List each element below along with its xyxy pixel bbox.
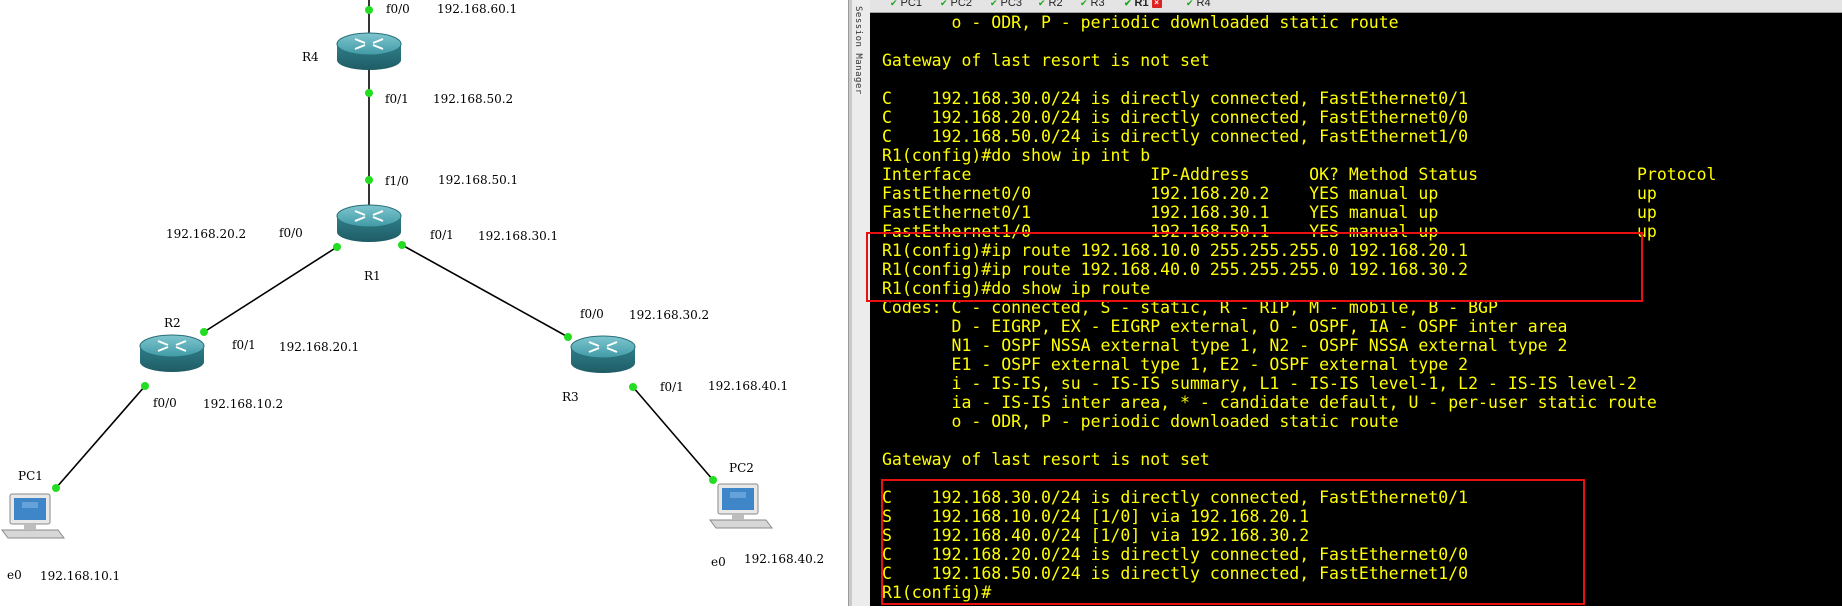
router-r2[interactable] — [139, 334, 205, 373]
terminal-line: Gateway of last resort is not set — [882, 51, 1210, 70]
iface-r1-f00: f0/0 — [279, 226, 303, 240]
router-r1[interactable] — [336, 204, 402, 243]
device-name-r1: R1 — [364, 269, 381, 283]
terminal-line: o - ODR, P - periodic downloaded static … — [882, 412, 1399, 431]
iface-r2-f01: f0/1 — [232, 338, 256, 352]
ip-pc1-e0: 192.168.10.1 — [40, 569, 120, 583]
topology-svg: R4 R1 R2 R3 PC1 PC2 f0/0 192.168.60.1 f0… — [1, 0, 824, 583]
tab-pc3[interactable]: ✔ PC3 — [990, 0, 1022, 10]
terminal-line: i - IS-IS, su - IS-IS summary, L1 - IS-I… — [882, 374, 1637, 393]
iface-pc2-e0: e0 — [711, 555, 726, 569]
iface-r3-f01: f0/1 — [660, 380, 684, 394]
tab-r3[interactable]: ✔ R3 — [1080, 0, 1105, 10]
terminal-line: Interface IP-Address OK? Method Status P… — [882, 165, 1717, 184]
iface-r4-f01: f0/1 — [385, 92, 409, 106]
close-tab-icon[interactable]: × — [1151, 0, 1162, 8]
terminal-line: ia - IS-IS inter area, * - candidate def… — [882, 393, 1657, 412]
ip-r1-f00: 192.168.20.2 — [166, 227, 246, 241]
session-manager-label: Session Manager — [853, 6, 863, 95]
connected-check-icon: ✔ — [1124, 0, 1132, 8]
ip-pc2-e0: 192.168.40.2 — [744, 552, 824, 566]
tab-pc1[interactable]: ✔ PC1 — [890, 0, 922, 10]
iface-r1-f01: f0/1 — [430, 228, 454, 242]
tab-r1[interactable]: ✔ R1 × — [1124, 0, 1162, 10]
link-endpoints — [52, 6, 717, 492]
terminal-line: C 192.168.50.0/24 is directly connected,… — [882, 127, 1469, 146]
device-name-pc2: PC2 — [729, 461, 754, 475]
terminal-line: o - ODR, P - periodic downloaded static … — [882, 13, 1399, 32]
ip-r2-f00: 192.168.10.2 — [203, 397, 283, 411]
ip-r2-f01: 192.168.20.1 — [279, 340, 359, 354]
connected-check-icon: ✔ — [1038, 0, 1046, 8]
terminal-line: N1 - OSPF NSSA external type 1, N2 - OSP… — [882, 336, 1568, 355]
terminal-line: D - EIGRP, EX - EIGRP external, O - OSPF… — [882, 317, 1568, 336]
ip-r4-f01: 192.168.50.2 — [433, 92, 513, 106]
tab-r4[interactable]: ✔ R4 — [1186, 0, 1211, 10]
highlight-box-route-table — [881, 479, 1585, 605]
connected-check-icon: ✔ — [890, 0, 898, 8]
highlight-box-static-routes — [866, 232, 1643, 302]
terminal-line: C 192.168.20.0/24 is directly connected,… — [882, 108, 1469, 127]
terminal-line: E1 - OSPF external type 1, E2 - OSPF ext… — [882, 355, 1469, 374]
ip-r3-f00: 192.168.30.2 — [629, 308, 709, 322]
iface-r3-f00: f0/0 — [580, 307, 604, 321]
ip-r1-f01: 192.168.30.1 — [478, 229, 558, 243]
terminal-line: R1(config)#do show ip int b — [882, 146, 1151, 165]
iface-r4-f00: f0/0 — [386, 2, 410, 16]
ip-r4-f00: 192.168.60.1 — [437, 2, 517, 16]
terminal-tab-bar: ✔ PC1 ✔ PC2 ✔ PC3 ✔ R2 ✔ R3 ✔ R1 × ✔ R4 — [870, 0, 1842, 13]
router-r3[interactable] — [570, 335, 636, 374]
terminal-line: C 192.168.30.0/24 is directly connected,… — [882, 89, 1469, 108]
terminal-line: FastEthernet0/1 192.168.30.1 YES manual … — [882, 203, 1657, 222]
terminal-line: FastEthernet0/0 192.168.20.2 YES manual … — [882, 184, 1657, 203]
ip-r1-f10: 192.168.50.1 — [438, 173, 518, 187]
iface-r1-f10: f1/0 — [385, 174, 409, 188]
device-name-r3: R3 — [562, 390, 579, 404]
tab-pc2[interactable]: ✔ PC2 — [940, 0, 972, 10]
connected-check-icon: ✔ — [1080, 0, 1088, 8]
topology-links — [55, 0, 714, 489]
router-r4[interactable] — [336, 32, 402, 71]
session-manager-panel[interactable]: Session Manager — [852, 0, 871, 606]
pc1[interactable] — [1, 493, 65, 539]
iface-pc1-e0: e0 — [7, 568, 22, 582]
terminal-line: Gateway of last resort is not set — [882, 450, 1210, 469]
tab-r2[interactable]: ✔ R2 — [1038, 0, 1063, 10]
ip-r3-f01: 192.168.40.1 — [708, 379, 788, 393]
iface-r2-f00: f0/0 — [153, 396, 177, 410]
device-name-r4: R4 — [302, 50, 319, 64]
device-name-pc1: PC1 — [18, 469, 43, 483]
terminal-console[interactable]: o - ODR, P - periodic downloaded static … — [866, 13, 1842, 606]
connected-check-icon: ✔ — [1186, 0, 1194, 8]
connected-check-icon: ✔ — [990, 0, 998, 8]
pc2[interactable] — [709, 483, 773, 529]
connected-check-icon: ✔ — [940, 0, 948, 8]
topology-canvas[interactable]: R4 R1 R2 R3 PC1 PC2 f0/0 192.168.60.1 f0… — [0, 0, 848, 606]
device-name-r2: R2 — [164, 316, 181, 330]
